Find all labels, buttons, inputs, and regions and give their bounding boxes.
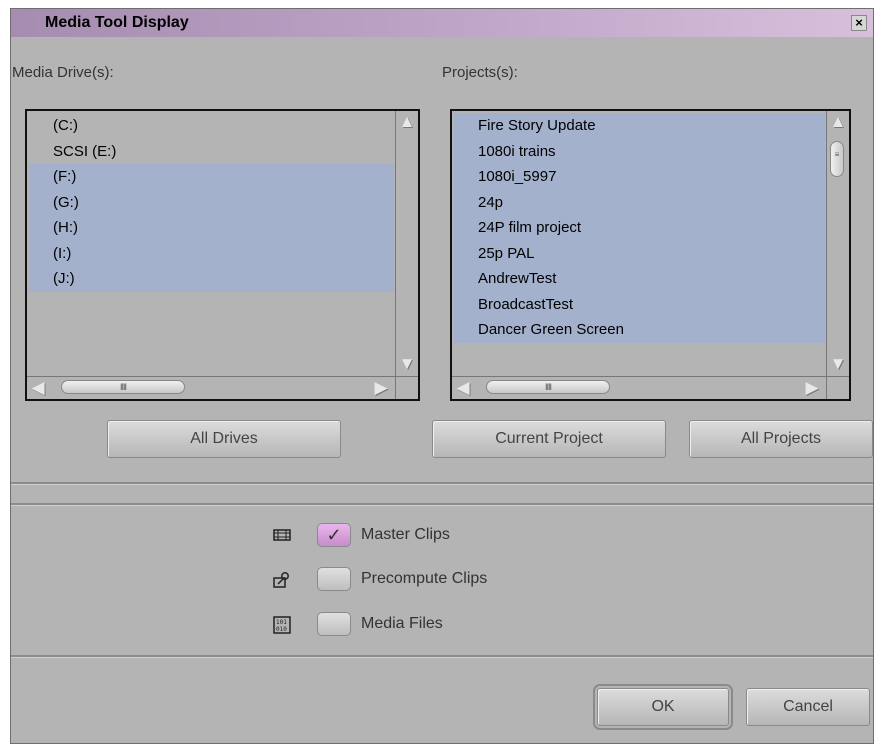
project-list-item[interactable]: 24P film project <box>454 215 825 241</box>
drive-list-item[interactable]: (J:) <box>29 266 394 292</box>
projects-vscroll-thumb[interactable]: ≡ <box>830 141 844 177</box>
media-files-label: Media Files <box>361 615 443 632</box>
scroll-left-arrow-icon[interactable]: ◀ <box>29 379 47 397</box>
drive-list-item[interactable]: SCSI (E:) <box>29 139 394 165</box>
precompute-clip-icon <box>273 571 291 589</box>
drive-list-item[interactable]: (C:) <box>29 113 394 139</box>
media-file-icon: 101 010 <box>273 616 291 634</box>
close-icon: × <box>855 15 863 30</box>
media-drives-label: Media Drive(s): <box>12 64 114 81</box>
scroll-left-arrow-icon[interactable]: ◀ <box>454 379 472 397</box>
drive-list-item[interactable]: (G:) <box>29 189 394 215</box>
project-list-item[interactable]: 1080i_5997 <box>454 164 825 190</box>
scroll-corner <box>395 376 418 399</box>
project-list-item[interactable]: Fire Story Update <box>454 113 825 139</box>
precompute-clips-label: Precompute Clips <box>361 570 488 587</box>
project-list-item[interactable]: 24p <box>454 189 825 215</box>
media-tool-display-dialog: Media Tool Display × Media Drive(s): Pro… <box>10 8 874 744</box>
svg-text:101: 101 <box>276 619 287 626</box>
all-drives-button[interactable]: All Drives <box>107 420 341 458</box>
current-project-button[interactable]: Current Project <box>432 420 666 458</box>
cancel-button[interactable]: Cancel <box>746 688 870 726</box>
close-button[interactable]: × <box>851 15 867 31</box>
drives-hscroll-thumb[interactable]: IIII <box>61 380 185 394</box>
drive-list-item[interactable]: (H:) <box>29 215 394 241</box>
projects-horizontal-scrollbar[interactable]: ◀ IIII ▶ <box>452 376 827 399</box>
projects-label: Projects(s): <box>442 64 518 81</box>
media-drives-listbox[interactable]: (C:) SCSI (E:) (F:) (G:) (H:) (I:) (J:) ▲ ▼ ◀ … <box>25 109 420 401</box>
separator <box>11 655 873 658</box>
scroll-up-arrow-icon[interactable]: ▲ <box>398 113 416 131</box>
all-projects-button[interactable]: All Projects <box>689 420 873 458</box>
master-clips-checkbox[interactable]: ✓ <box>317 523 351 547</box>
scroll-up-arrow-icon[interactable]: ▲ <box>829 113 847 131</box>
master-clip-icon <box>273 527 291 545</box>
project-list-item[interactable]: 1080i trains <box>454 138 825 164</box>
title-bar[interactable]: Media Tool Display × <box>11 9 873 37</box>
scroll-right-arrow-icon[interactable]: ▶ <box>803 379 821 397</box>
projects-listbox[interactable]: Fire Story Update 1080i trains 1080i_5997 2… <box>450 109 851 401</box>
master-clips-option: ✓ Master Clips <box>273 521 533 551</box>
precompute-clips-option: Precompute Clips <box>273 565 533 595</box>
projects-hscroll-thumb[interactable]: IIII <box>486 380 610 394</box>
scroll-down-arrow-icon[interactable]: ▼ <box>398 355 416 373</box>
drives-vertical-scrollbar[interactable]: ▲ ▼ <box>395 111 418 377</box>
separator <box>11 503 873 506</box>
scroll-corner <box>826 376 849 399</box>
project-list-item[interactable]: BroadcastTest <box>454 291 825 317</box>
separator <box>11 482 873 485</box>
checkmark-icon: ✓ <box>326 525 342 545</box>
scroll-down-arrow-icon[interactable]: ▼ <box>829 355 847 373</box>
drive-list-item[interactable]: (F:) <box>29 164 394 190</box>
project-list-item[interactable]: AndrewTest <box>454 266 825 292</box>
svg-text:010: 010 <box>276 626 287 633</box>
media-files-option: 101 010 Media Files <box>273 610 533 640</box>
project-list-item[interactable]: Dancer Green Screen <box>454 317 825 343</box>
ok-button[interactable]: OK <box>593 684 733 730</box>
scroll-right-arrow-icon[interactable]: ▶ <box>372 379 390 397</box>
projects-vertical-scrollbar[interactable]: ▲ ≡ ▼ <box>826 111 849 377</box>
precompute-clips-checkbox[interactable] <box>317 567 351 591</box>
media-files-checkbox[interactable] <box>317 612 351 636</box>
master-clips-label: Master Clips <box>361 526 450 543</box>
dialog-title: Media Tool Display <box>45 14 189 31</box>
drive-list-item[interactable]: (I:) <box>29 240 394 266</box>
drives-horizontal-scrollbar[interactable]: ◀ IIII ▶ <box>27 376 396 399</box>
project-list-item[interactable]: 25p PAL <box>454 240 825 266</box>
